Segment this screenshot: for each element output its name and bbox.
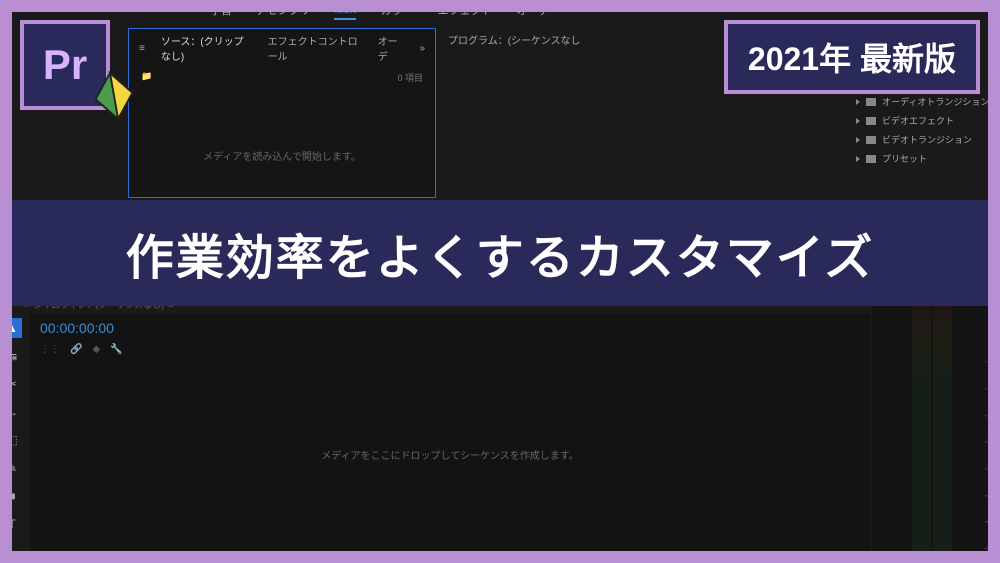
tab-learn[interactable]: 学習: [210, 2, 232, 18]
tab-audio[interactable]: オーデ: [516, 2, 549, 18]
source-panel: ≡ ソース：(クリップなし) エフェクトコントロール オーデ » 📁 0 項目 …: [128, 28, 436, 198]
year-text: 2021年 最新版: [748, 34, 956, 80]
slip-tool[interactable]: ⬚: [2, 430, 22, 450]
folder-icon: [866, 98, 876, 106]
bin-icon[interactable]: 📁: [141, 71, 152, 84]
effects-item-audio-transition[interactable]: オーディオトランジション: [850, 92, 1000, 111]
audio-meter-panel: 0 -6 -12 -18 -24 -30 -36 -42 -48 -54: [872, 294, 1000, 563]
razor-tool[interactable]: ↔: [2, 402, 22, 422]
tab-effect-controls[interactable]: エフェクトコントロール: [268, 33, 362, 63]
timeline-empty-text: メディアをここにドロップしてシーケンスを作成します。: [30, 447, 870, 462]
marker-icon[interactable]: ◆: [92, 344, 100, 355]
tab-effects[interactable]: エフェクト: [437, 2, 492, 18]
tab-audio-clip[interactable]: オーデ: [378, 33, 404, 63]
main-title-text: 作業効率をよくするカスタマイズ: [30, 218, 970, 288]
tab-color[interactable]: カラー: [380, 2, 413, 18]
tab-assembly[interactable]: アセンブリ: [256, 2, 310, 18]
pen-tool[interactable]: ✎: [2, 458, 22, 478]
meter-scale: 0 -6 -12 -18 -24 -30 -36 -42 -48 -54: [956, 304, 996, 553]
snap-icon[interactable]: ⋮⋮: [40, 344, 60, 355]
logo-text: Pr: [43, 41, 87, 89]
effects-item-presets[interactable]: プリセット: [850, 149, 1000, 168]
tab-editing[interactable]: 編集: [334, 0, 356, 20]
folder-icon: [866, 155, 876, 163]
tab-source[interactable]: ソース：(クリップなし): [161, 33, 252, 63]
folder-icon: [866, 136, 876, 144]
effects-item-video-transition[interactable]: ビデオトランジション: [850, 130, 1000, 149]
meter-bars: [912, 304, 952, 553]
track-select-tool[interactable]: ↹: [2, 346, 22, 366]
effects-item-video-effects[interactable]: ビデオエフェクト: [850, 111, 1000, 130]
source-empty-text: メディアを読み込んで開始します。: [129, 148, 435, 163]
hamburger-icon[interactable]: ≡: [139, 43, 145, 54]
settings-icon[interactable]: 🔧: [110, 344, 122, 355]
folder-icon: [866, 117, 876, 125]
type-tool[interactable]: T: [2, 514, 22, 534]
timeline-toolbar: ⋮⋮ 🔗 ◆ 🔧: [30, 342, 870, 357]
overflow-icon[interactable]: »: [419, 43, 425, 54]
rectangle-tool[interactable]: ■: [2, 486, 22, 506]
effects-panel: オーディオトランジション ビデオエフェクト ビデオトランジション プリセット: [850, 92, 1000, 168]
timeline-panel[interactable]: 00:00:00:00 ⋮⋮ 🔗 ◆ 🔧 メディアをここにドロップしてシーケンス…: [30, 314, 870, 563]
ripple-edit-tool[interactable]: ✂: [2, 374, 22, 394]
tool-palette: ▲ ↹ ✂ ↔ ⬚ ✎ ■ T: [2, 314, 26, 534]
item-count: 0 項目: [397, 71, 423, 84]
workspace-tabs: 学習 アセンブリ 編集 カラー エフェクト オーデ: [210, 0, 1000, 20]
selection-tool[interactable]: ▲: [2, 318, 22, 338]
year-badge: 2021年 最新版: [724, 20, 980, 94]
link-icon[interactable]: 🔗: [70, 344, 82, 355]
beginner-leaf-icon: [82, 64, 147, 129]
timecode-display[interactable]: 00:00:00:00: [30, 314, 870, 342]
main-title-overlay: 作業効率をよくするカスタマイズ: [0, 200, 1000, 306]
